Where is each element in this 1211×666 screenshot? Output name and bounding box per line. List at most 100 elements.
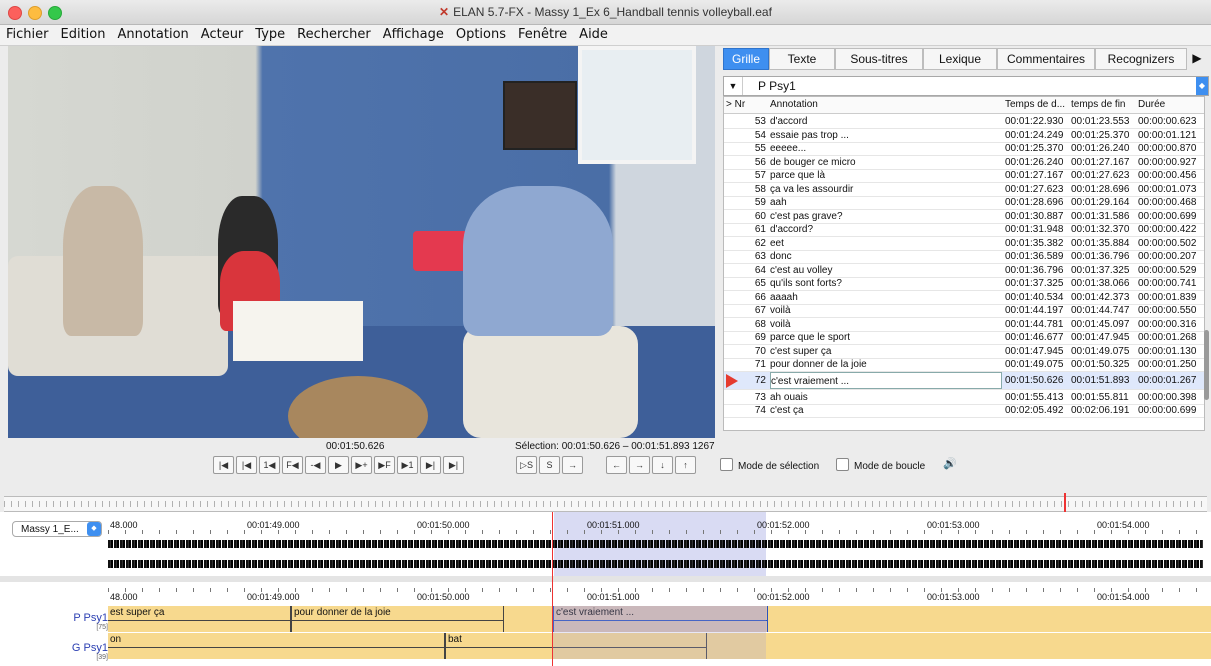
previous-scrollview-button[interactable]: |◀ [236,456,257,474]
timeline-tiers[interactable]: 48.000 00:01:49.000 00:01:50.000 00:01:5… [0,582,1211,666]
table-row[interactable]: 69 parce que le sport 00:01:46.677 00:01:47… [724,331,1204,345]
table-row[interactable]: 56 de bouger ce micro 00:01:26.240 00:01:27… [724,156,1204,170]
row-annotation[interactable]: qu'ils sont forts? [770,277,1000,290]
table-row[interactable]: 74 c'est ça 00:02:05.492 00:02:06.191 00:00:… [724,404,1204,418]
row-annotation[interactable]: c'est super ça [770,345,1000,358]
table-row[interactable]: 55 eeeee... 00:01:25.370 00:01:26.240 00:00:… [724,142,1204,156]
row-annotation[interactable]: aah [770,196,1000,209]
previous-pixel-button[interactable]: -◀ [305,456,326,474]
row-annotation[interactable]: de bouger ce micro [770,156,1000,169]
table-row[interactable]: 67 voilà 00:01:44.197 00:01:44.747 00:00:00.… [724,304,1204,318]
row-annotation[interactable]: c'est pas grave? [770,210,1000,223]
row-annotation[interactable]: d'accord? [770,223,1000,236]
table-row[interactable]: 73 ah ouais 00:01:55.413 00:01:55.811 00:00:… [724,391,1204,405]
play-selection-button[interactable]: ▷S [516,456,537,474]
table-row[interactable]: 63 donc 00:01:36.589 00:01:36.796 00:00:00.2… [724,250,1204,264]
menu-acteur[interactable]: Acteur [195,25,250,44]
header-duration[interactable]: Durée [1138,99,1165,110]
tab-lexique[interactable]: Lexique [923,48,997,70]
row-annotation[interactable]: d'accord [770,115,1000,128]
table-row[interactable]: 62 eet 00:01:35.382 00:01:35.884 00:00:00.50… [724,237,1204,251]
annotation-down-button[interactable]: ↓ [652,456,673,474]
previous-annotation-button[interactable]: ← [606,456,627,474]
grid-scrollbar[interactable] [1204,330,1209,400]
menu-type[interactable]: Type [249,25,291,44]
table-row[interactable]: 68 voilà 00:01:44.781 00:01:45.097 00:00:00.… [724,318,1204,332]
video-viewer[interactable] [8,46,715,438]
table-row[interactable]: 53 d'accord 00:01:22.930 00:01:23.553 00:00:… [724,115,1204,129]
annotation-block[interactable]: on [108,633,445,659]
tab-sous-titres[interactable]: Sous-titres [835,48,923,70]
tab-grille[interactable]: Grille [723,48,769,70]
menu-fichier[interactable]: Fichier [0,25,55,44]
row-annotation[interactable]: essaie pas trop ... [770,129,1000,142]
next-pixel-button[interactable]: ▶+ [351,456,372,474]
table-row[interactable]: 57 parce que là 00:01:27.167 00:01:27.623 00… [724,169,1204,183]
row-annotation[interactable]: ah ouais [770,391,1000,404]
header-end[interactable]: temps de fin [1071,99,1125,110]
annotation-block[interactable]: est super ça [108,606,291,632]
selection-mode-checkbox[interactable]: Mode de sélection [720,458,819,472]
table-row[interactable]: 61 d'accord? 00:01:31.948 00:01:32.370 00:00… [724,223,1204,237]
toggle-selection-button[interactable]: → [562,456,583,474]
table-row[interactable]: 59 aah 00:01:28.696 00:01:29.164 00:00:00.46… [724,196,1204,210]
menu-fenetre[interactable]: Fenêtre [512,25,573,44]
row-annotation[interactable]: c'est au volley [770,264,1000,277]
media-file-select[interactable]: Massy 1_E... ◆ [12,521,102,537]
row-annotation[interactable]: voilà [770,304,1000,317]
previous-frame-button[interactable]: F◀ [282,456,303,474]
menu-aide[interactable]: Aide [573,25,614,44]
next-annotation-button[interactable]: → [629,456,650,474]
waveform-panel[interactable]: 48.000 00:01:49.000 00:01:50.000 00:01:5… [0,512,1211,577]
menu-affichage[interactable]: Affichage [377,25,450,44]
tier-label-p-psy1[interactable]: P Psy1 [75] [0,612,108,631]
go-to-begin-button[interactable]: |◀ [213,456,234,474]
table-row[interactable]: 58 ça va les assourdir 00:01:27.623 00:01:2… [724,183,1204,197]
row-annotation[interactable]: voilà [770,318,1000,331]
next-frame-button[interactable]: ▶F [374,456,395,474]
header-annotation[interactable]: Annotation [770,99,818,110]
next-second-button[interactable]: ▶1 [397,456,418,474]
table-row[interactable]: 71 pour donner de la joie 00:01:49.075 00:0… [724,358,1204,372]
play-button[interactable]: ▶ [328,456,349,474]
tab-commentaires[interactable]: Commentaires [997,48,1095,70]
row-annotation[interactable]: aaaah [770,291,1000,304]
row-annotation[interactable]: c'est ça [770,404,1000,417]
chevron-updown-icon[interactable]: ◆ [1196,77,1208,95]
menu-annotation[interactable]: Annotation [111,25,194,44]
table-row-current[interactable]: 72 c'est vraiement ... 00:01:50.626 00:01:5… [724,371,1204,390]
volume-icon[interactable]: 🔊 [943,457,957,470]
go-to-end-button[interactable]: ▶| [443,456,464,474]
row-annotation[interactable]: c'est vraiement ... [770,371,1002,389]
row-annotation[interactable]: parce que là [770,169,1000,182]
tier-label-g-psy1[interactable]: G Psy1 [39] [0,642,108,661]
row-annotation[interactable]: eeeee... [770,142,1000,155]
timeline-overview[interactable] [4,493,1207,513]
row-annotation[interactable]: donc [770,250,1000,263]
tabs-more-icon[interactable]: ▶ [1187,48,1207,68]
row-annotation[interactable]: pour donner de la joie [770,358,1000,371]
next-scrollview-button[interactable]: ▶| [420,456,441,474]
table-row[interactable]: 54 essaie pas trop ... 00:01:24.249 00:01:2… [724,129,1204,143]
table-row[interactable]: 60 c'est pas grave? 00:01:30.887 00:01:31.5… [724,210,1204,224]
row-annotation[interactable]: parce que le sport [770,331,1000,344]
table-row[interactable]: 70 c'est super ça 00:01:47.945 00:01:49.075… [724,345,1204,359]
menu-options[interactable]: Options [450,25,512,44]
menu-rechercher[interactable]: Rechercher [291,25,377,44]
annotation-block[interactable]: pour donner de la joie [291,606,504,632]
tier-collapse-icon[interactable]: ▼ [724,77,743,95]
annotation-up-button[interactable]: ↑ [675,456,696,474]
row-annotation[interactable]: ça va les assourdir [770,183,1000,196]
tier-selector[interactable]: ▼ P Psy1 ◆ [723,76,1209,96]
table-row[interactable]: 66 aaaah 00:01:40.534 00:01:42.373 00:00:01.… [724,291,1204,305]
table-row[interactable]: 65 qu'ils sont forts? 00:01:37.325 00:01:38… [724,277,1204,291]
loop-mode-checkbox[interactable]: Mode de boucle [836,458,925,472]
header-start[interactable]: Temps de d... [1005,99,1065,110]
tab-texte[interactable]: Texte [769,48,835,70]
previous-second-button[interactable]: 1◀ [259,456,280,474]
clear-selection-button[interactable]: S [539,456,560,474]
row-annotation[interactable]: eet [770,237,1000,250]
menu-edition[interactable]: Edition [55,25,112,44]
tab-recognizers[interactable]: Recognizers [1095,48,1187,70]
annotation-grid[interactable]: > Nr Annotation Temps de d... temps de f… [723,96,1205,431]
